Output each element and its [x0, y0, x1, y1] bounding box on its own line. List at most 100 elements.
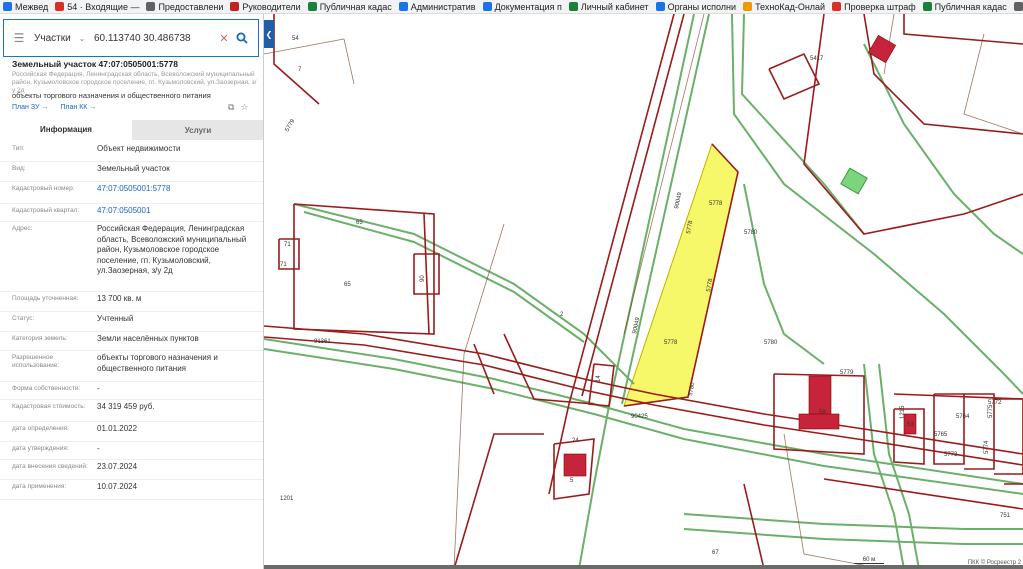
map-label: 1215 — [900, 405, 906, 419]
bookmark-favicon-icon — [655, 2, 665, 11]
map-label: 53 — [907, 422, 914, 428]
road-lines — [264, 14, 1023, 569]
map-label: 5778 — [709, 201, 723, 207]
info-panel: ☰ Участки ⌄ ✕ Земельный участок 47:07:05… — [0, 14, 264, 569]
bookmark-label: Руководители — [242, 1, 301, 12]
map-label: 54 — [292, 36, 299, 42]
info-row-key: Вид: — [12, 165, 26, 172]
info-row-key: Статус: — [12, 315, 35, 322]
selected-parcel[interactable] — [623, 143, 739, 407]
info-row-value: Учтенный — [97, 314, 134, 323]
bookmark-item[interactable]: Руководители — [227, 0, 304, 13]
thin-boundaries — [264, 14, 1023, 569]
info-row: дата утверждения: - — [0, 442, 263, 460]
bookmark-item[interactable]: Проверка штраф — [829, 0, 920, 13]
info-row-key: дата внесения сведений: — [12, 463, 88, 470]
info-row: дата внесения сведений: 23.07.2024 — [0, 460, 263, 480]
map-label: 90425 — [631, 414, 648, 420]
cadastral-boundaries — [264, 14, 1023, 569]
menu-icon[interactable]: ☰ — [4, 31, 34, 45]
info-row: Категория земель: Земли населённых пункто… — [0, 332, 263, 351]
bookmark-item[interactable]: Административ — [396, 0, 480, 13]
bookmark-favicon-icon — [3, 2, 12, 11]
bookmark-label: Межвед — [15, 1, 49, 12]
cadastral-map[interactable]: 54 7 5417 5779 65 65 71 71 90 5778 5778 … — [264, 14, 1023, 569]
info-row-key: Форма собственности: — [12, 385, 81, 392]
search-input[interactable] — [94, 32, 216, 44]
bookmark-item[interactable]: Вишневский Рус — [1011, 0, 1023, 13]
bookmark-item[interactable]: ТехноКад-Онлай — [740, 0, 829, 13]
bookmark-label: Личный кабинет — [580, 1, 649, 12]
bookmark-favicon-icon — [743, 2, 753, 11]
map-label: 5764 — [956, 414, 970, 420]
info-row-value[interactable]: 47:07:0505001:5778 — [97, 184, 260, 195]
tab-services[interactable]: Услуги — [132, 120, 263, 140]
bookmark-label: 54 · Входящие — — [67, 1, 140, 12]
bookmark-item[interactable]: Документация п — [480, 0, 566, 13]
map-label: 1201 — [280, 496, 294, 502]
map-label: 90049 — [674, 191, 683, 209]
search-button[interactable] — [232, 32, 252, 44]
info-row: Разрешенное использование: объекты торгов… — [0, 351, 263, 382]
info-row-key: Кадастровый номер: — [12, 185, 75, 192]
map-label: 91361 — [314, 339, 331, 345]
bookmark-item[interactable]: Предоставлени — [143, 0, 227, 13]
bookmark-item[interactable]: Публичная кадас — [305, 0, 396, 13]
map-label: 71 — [284, 242, 291, 248]
search-box: ☰ Участки ⌄ ✕ — [3, 19, 259, 57]
map-label: 751 — [1000, 513, 1011, 519]
bookmark-label: Публичная кадас — [934, 1, 1007, 12]
map-label: 67 — [712, 550, 719, 556]
parcel-permitted-use: объекты торгового назначения и обществен… — [12, 91, 211, 100]
bookmark-favicon-icon — [55, 2, 65, 11]
info-row: Кадастровая стоимость: 34 319 459 руб. — [0, 400, 263, 422]
info-row-key: Разрешенное использование: — [12, 354, 60, 369]
info-row-key: Кадастровая стоимость: — [12, 403, 86, 410]
measure-icon[interactable]: ⧉ — [228, 102, 234, 113]
map-label: 71 — [280, 262, 287, 268]
tab-info[interactable]: Информация — [0, 120, 132, 140]
horizontal-scrollbar[interactable] — [264, 565, 1023, 569]
bookmark-label: Проверка штраф — [844, 1, 916, 12]
map-canvas[interactable]: 54 7 5417 5779 65 65 71 71 90 5778 5778 … — [264, 14, 1023, 569]
info-row: Адрес: Российская Федерация, Ленинградска… — [0, 222, 263, 292]
bookmark-favicon-icon — [482, 2, 492, 11]
map-label: 5 — [570, 478, 574, 484]
info-row-value: - — [97, 384, 100, 393]
search-icon — [236, 32, 248, 44]
bookmark-favicon-icon — [1013, 2, 1023, 11]
map-label: 5778 — [664, 340, 678, 346]
info-row-value: Земли населённых пунктов — [97, 334, 199, 343]
info-row-value: 10.07.2024 — [97, 482, 138, 491]
info-row: Тип: Объект недвижимости — [0, 142, 263, 162]
bookmark-item[interactable]: Публичная кадас — [920, 0, 1011, 13]
collapse-panel-button[interactable]: ❮ — [264, 20, 274, 48]
layer-select[interactable]: Участки ⌄ — [34, 33, 94, 44]
map-label: 90 — [420, 275, 426, 282]
bookmark-item[interactable]: 54 · Входящие — — [52, 0, 143, 13]
bookmark-favicon-icon — [832, 2, 842, 11]
bookmark-item[interactable]: Органы исполни — [653, 0, 741, 13]
clear-search-button[interactable]: ✕ — [216, 32, 232, 45]
chevron-down-icon: ⌄ — [78, 33, 86, 43]
info-row-value[interactable]: 47:07:0505001 — [97, 206, 260, 217]
map-label: 5775 — [988, 404, 994, 418]
map-label: 5780 — [764, 340, 778, 346]
bookmark-label: Предоставлени — [158, 1, 224, 12]
map-label: 5779 — [285, 118, 297, 133]
info-row-value: 13 700 кв. м — [97, 294, 142, 303]
info-row-value: Объект недвижимости — [97, 144, 181, 153]
star-icon[interactable]: ☆ — [240, 102, 248, 113]
map-label: 14 — [596, 375, 602, 382]
plan-kk-link[interactable]: План КК → — [60, 104, 96, 111]
chevron-left-icon: ❮ — [265, 29, 273, 39]
bookmark-item[interactable]: Межвед — [0, 0, 52, 13]
info-row-key: Категория земель: — [12, 335, 68, 342]
bookmark-item[interactable]: Личный кабинет — [566, 0, 653, 13]
plan-zu-link[interactable]: План ЗУ → — [12, 104, 48, 111]
map-label: 5780 — [744, 230, 758, 236]
info-row-value: - — [97, 444, 100, 453]
info-row: Статус: Учтенный — [0, 312, 263, 332]
map-label: 7 — [298, 67, 302, 73]
map-label: 24 — [572, 438, 579, 444]
